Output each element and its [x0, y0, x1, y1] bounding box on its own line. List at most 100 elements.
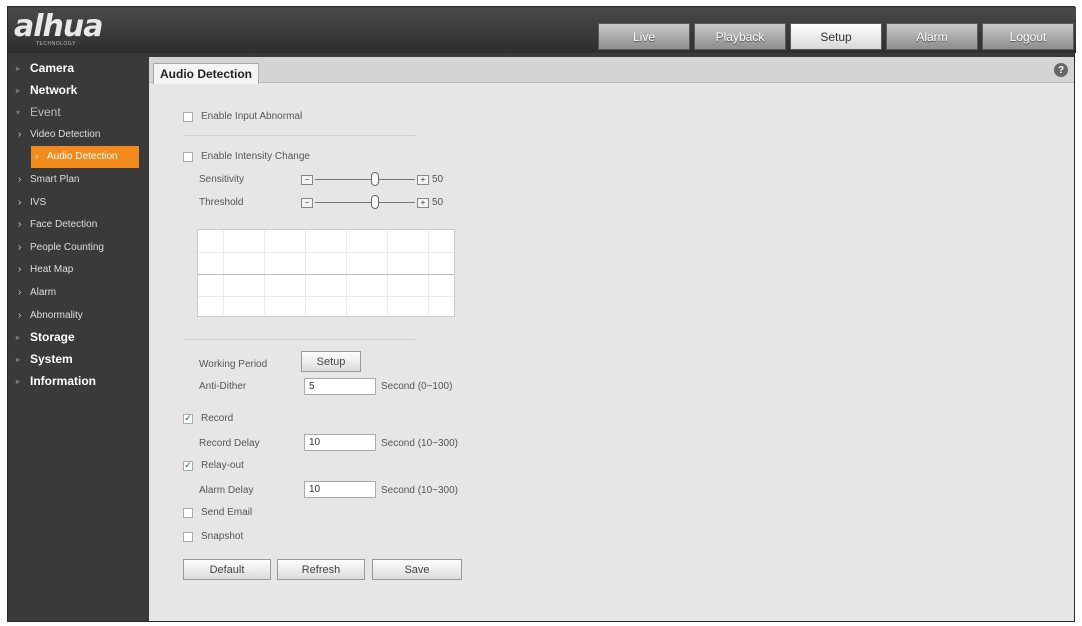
alarm-delay-unit: Second (10~300)	[381, 485, 459, 496]
record-delay-input[interactable]: 10	[304, 434, 376, 451]
collapsed-arrow-icon: ▸	[16, 376, 21, 386]
refresh-button[interactable]: Refresh	[277, 559, 365, 580]
anti-dither-label: Anti-Dither	[199, 381, 247, 392]
tab-live[interactable]: Live	[598, 23, 690, 50]
send-email-checkbox[interactable]	[183, 507, 193, 518]
threshold-label: Threshold	[199, 197, 244, 208]
collapsed-arrow-icon: ▸	[16, 332, 21, 342]
increase-button[interactable]: +	[417, 197, 429, 208]
threshold-value: 50	[432, 197, 444, 208]
chevron-right-icon: ›	[18, 219, 22, 231]
alarm-delay-label: Alarm Delay	[199, 485, 254, 496]
sidebar-item-event[interactable]: ▾ Event	[8, 101, 148, 123]
chevron-right-icon: ›	[18, 173, 22, 185]
relay-out-label: Relay-out	[201, 460, 244, 471]
sidebar-item-face-detection[interactable]: › Face Detection	[8, 213, 148, 236]
enable-intensity-change-checkbox[interactable]	[183, 151, 193, 162]
sidebar-item-label: Camera	[30, 61, 75, 75]
sidebar-item-label: IVS	[30, 196, 47, 208]
record-label: Record	[201, 413, 234, 424]
sidebar: ▸ Camera ▸ Network ▾ Event › Video Detection…	[8, 57, 148, 621]
help-icon[interactable]: ?	[1054, 63, 1068, 77]
increase-button[interactable]: +	[417, 174, 429, 185]
sidebar-item-people-counting[interactable]: › People Counting	[8, 236, 148, 259]
sidebar-item-information[interactable]: ▸ Information	[8, 370, 148, 392]
sidebar-item-label: Network	[30, 83, 78, 97]
record-checkbox[interactable]: ✓	[183, 413, 193, 424]
sidebar-item-label: Storage	[30, 330, 75, 345]
chevron-right-icon: ›	[18, 196, 22, 208]
sidebar-item-label: Audio Detection	[47, 151, 118, 163]
alarm-delay-input[interactable]: 10	[304, 481, 376, 498]
audio-intensity-graph	[197, 229, 455, 317]
header-bar: alhua TECHNOLOGY Live Playback Setup Ala…	[8, 7, 1076, 53]
tab-logout[interactable]: Logout	[982, 23, 1074, 50]
sensitivity-slider: − + 50	[301, 172, 444, 186]
send-email-row: Send Email	[183, 507, 252, 518]
main-content: Audio Detection ? Enable Input Abnormal …	[149, 57, 1074, 621]
chevron-right-icon: ›	[18, 241, 22, 253]
web-app-window: alhua TECHNOLOGY Live Playback Setup Ala…	[7, 6, 1076, 622]
collapsed-arrow-icon: ▸	[16, 63, 21, 73]
grid-line	[198, 296, 454, 297]
chevron-right-icon: ›	[35, 151, 39, 163]
sidebar-item-heat-map[interactable]: › Heat Map	[8, 259, 148, 282]
sidebar-item-camera[interactable]: ▸ Camera	[8, 57, 148, 79]
page-tab-strip: Audio Detection ?	[149, 57, 1074, 84]
sidebar-item-label: Face Detection	[30, 219, 98, 231]
slider-track[interactable]	[315, 195, 415, 209]
sidebar-item-audio-detection[interactable]: › Audio Detection	[31, 145, 139, 169]
sidebar-item-label: System	[30, 352, 73, 367]
grid-line	[305, 230, 306, 316]
tab-alarm[interactable]: Alarm	[886, 23, 978, 50]
relay-out-checkbox[interactable]: ✓	[183, 460, 193, 471]
slider-track[interactable]	[315, 172, 415, 186]
sidebar-item-alarm[interactable]: › Alarm	[8, 281, 148, 304]
enable-intensity-change-label: Enable Intensity Change	[201, 151, 310, 162]
divider	[183, 135, 415, 136]
sensitivity-value: 50	[432, 174, 444, 185]
slider-thumb[interactable]	[371, 172, 379, 186]
enable-input-abnormal-label: Enable Input Abnormal	[201, 111, 303, 122]
sidebar-item-label: Alarm	[30, 286, 57, 298]
send-email-label: Send Email	[201, 507, 253, 518]
top-nav: Live Playback Setup Alarm Logout	[598, 23, 1074, 50]
expanded-arrow-icon: ▾	[16, 107, 21, 117]
sidebar-item-system[interactable]: ▸ System	[8, 348, 148, 370]
relay-out-row: ✓ Relay-out	[183, 460, 244, 471]
tab-setup[interactable]: Setup	[790, 23, 882, 50]
slider-thumb[interactable]	[371, 195, 379, 209]
grid-line	[198, 252, 454, 253]
anti-dither-input[interactable]: 5	[304, 378, 376, 395]
working-period-setup-button[interactable]: Setup	[301, 351, 361, 372]
enable-input-abnormal-checkbox[interactable]	[183, 111, 193, 122]
save-button[interactable]: Save	[372, 559, 462, 580]
decrease-button[interactable]: −	[301, 174, 313, 185]
chevron-right-icon: ›	[18, 128, 22, 140]
grid-line	[264, 230, 265, 316]
enable-input-abnormal-row: Enable Input Abnormal	[183, 111, 302, 122]
record-row: ✓ Record	[183, 413, 233, 424]
chevron-right-icon: ›	[18, 286, 22, 298]
sensitivity-label: Sensitivity	[199, 174, 245, 185]
chevron-right-icon: ›	[18, 309, 22, 321]
sidebar-item-storage[interactable]: ▸ Storage	[8, 326, 148, 348]
threshold-slider: − + 50	[301, 195, 444, 209]
sidebar-item-label: Video Detection	[30, 128, 101, 140]
sidebar-item-video-detection[interactable]: › Video Detection	[8, 123, 148, 146]
snapshot-checkbox[interactable]	[183, 531, 193, 542]
decrease-button[interactable]: −	[301, 197, 313, 208]
page-title-tab[interactable]: Audio Detection	[153, 63, 259, 84]
sidebar-item-abnormality[interactable]: › Abnormality	[8, 304, 148, 327]
sidebar-item-smart-plan[interactable]: › Smart Plan	[8, 168, 148, 191]
sidebar-item-network[interactable]: ▸ Network	[8, 79, 148, 101]
sidebar-item-ivs[interactable]: › IVS	[8, 191, 148, 214]
tab-playback[interactable]: Playback	[694, 23, 786, 50]
logo-text: alhua	[14, 9, 103, 44]
sidebar-item-label: Smart Plan	[30, 173, 80, 185]
snapshot-label: Snapshot	[201, 531, 244, 542]
sidebar-item-label: Abnormality	[30, 309, 83, 321]
logo-subtext: TECHNOLOGY	[36, 41, 77, 47]
default-button[interactable]: Default	[183, 559, 271, 580]
sidebar-item-label: Event	[30, 105, 61, 119]
